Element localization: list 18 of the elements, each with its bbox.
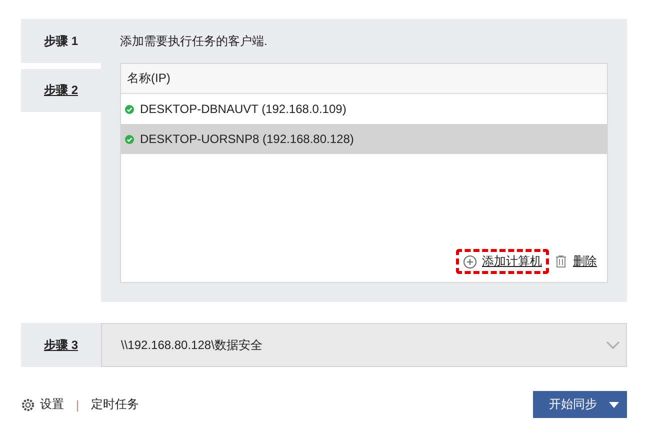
- destination-select[interactable]: \\192.168.80.128\数据安全: [101, 323, 627, 367]
- caret-icon: [609, 402, 619, 408]
- separator: |: [76, 398, 80, 412]
- trash-icon[interactable]: [555, 255, 567, 268]
- step-tab[interactable]: 步骤 3: [44, 336, 78, 354]
- client-row[interactable]: DESKTOP-UORSNP8 (192.168.80.128): [121, 124, 607, 154]
- step-tab[interactable]: 步骤 2: [44, 82, 78, 99]
- add-computer-button[interactable]: 添加计算机: [456, 249, 549, 274]
- chevron-down-icon: [606, 341, 620, 349]
- delete-button[interactable]: 删除: [573, 253, 597, 270]
- column-header: 名称(IP): [127, 70, 170, 87]
- settings-link[interactable]: 设置: [40, 396, 64, 413]
- start-sync-button[interactable]: 开始同步: [533, 391, 627, 418]
- step-tab[interactable]: 步骤 1: [44, 32, 78, 50]
- schedule-link[interactable]: 定时任务: [91, 396, 140, 413]
- plus-circle-icon: [463, 254, 477, 268]
- settings-icon[interactable]: [21, 398, 35, 412]
- step-description: 添加需要执行任务的客户端.: [120, 32, 268, 50]
